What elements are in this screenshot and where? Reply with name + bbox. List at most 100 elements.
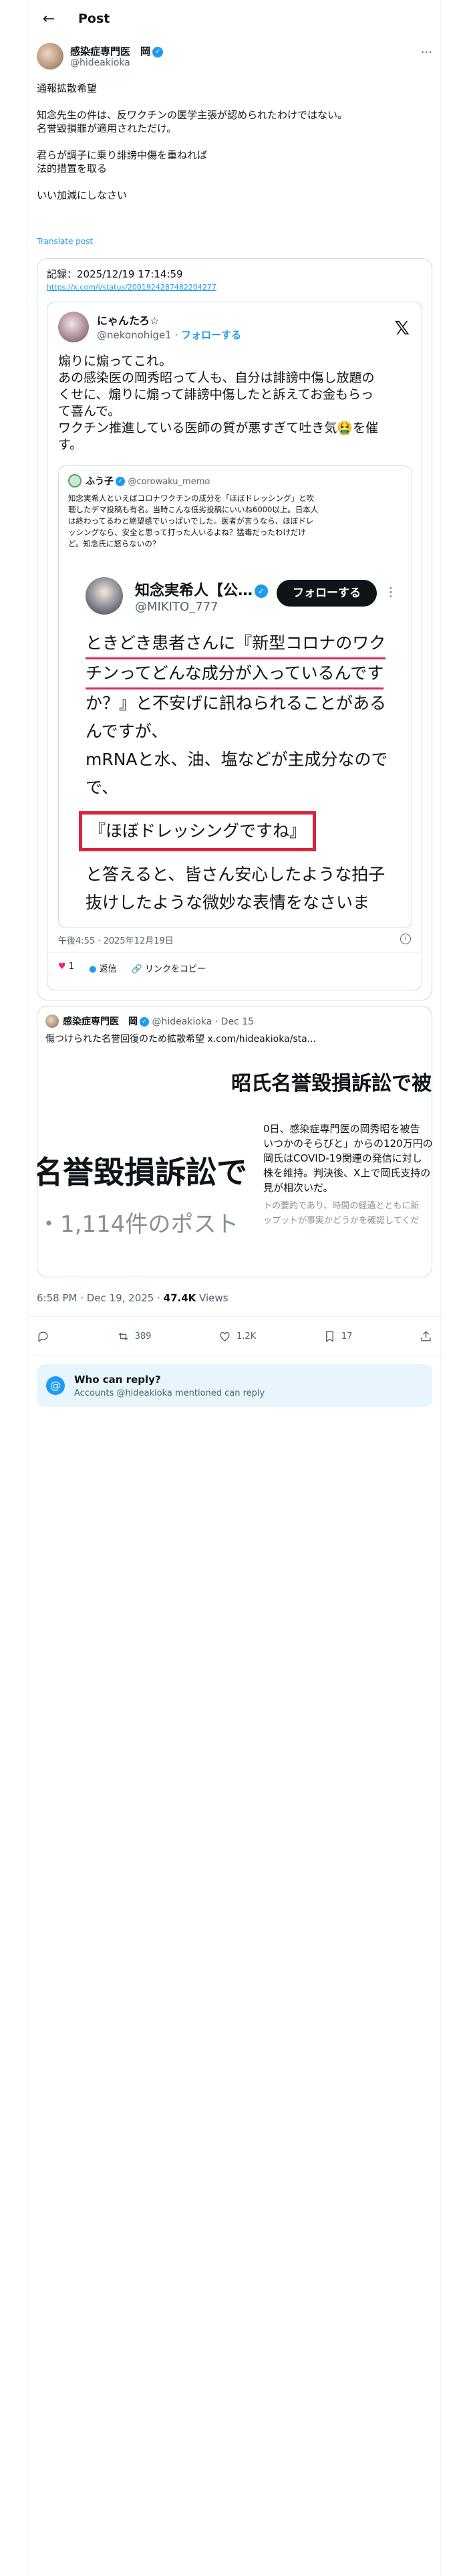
quote-author-row: ふう子 ✓ @corowaku_memo — [86, 474, 210, 488]
quote-line: ッシングなら、安全と思って打った人いるよね？猛毒だったわけだけ — [68, 528, 306, 537]
post-line: 知念先生の件は、反ワクチンの医学主張が認められたわけではない。 — [37, 109, 348, 121]
post-time[interactable]: 6:58 PM · Dec 19, 2025 · — [37, 1292, 164, 1304]
embedded-reply-label: 返信 — [99, 964, 117, 974]
link-card-title: 傷つけられた名誉回復のため拡散希望 x.com/hideakioka/sta..… — [45, 1034, 317, 1045]
chinen-name-row: 知念実希人【公… ✓ — [135, 578, 269, 600]
dot-separator: · — [171, 329, 182, 341]
embedded-reply: ● 返信 — [89, 962, 117, 974]
link-card-verified-icon: ✓ — [140, 1017, 149, 1027]
quote-avatar — [68, 474, 82, 488]
quote-line: 知念実希人といえばコロナワクチンの成分を「ほぼドレッシング」と吹 — [68, 494, 314, 503]
quote-verified-icon: ✓ — [116, 477, 125, 486]
chinen-line-underlined: ときどき患者さんに『新型コロナのワク — [86, 629, 386, 659]
bookmark-icon — [325, 1331, 333, 1342]
chinen-highlight-text: 『ほぼドレッシングですね』 — [89, 821, 307, 841]
embedded-tweet: にゃんたろ☆ @nekonohige1 · フォローする 𝕏 煽りに煽ってこれ。… — [47, 302, 423, 990]
quote-line: ど。知念氏に怒らないの？ — [68, 539, 160, 548]
divider — [27, 1355, 442, 1356]
image-line: 株を維持。判決後、X上で岡氏支持の — [263, 1167, 431, 1179]
embedded-line: くせに、煽りに煽って誹謗中傷したと訴えてお金もらっ — [58, 387, 373, 402]
chinen-line: んですが、 — [86, 722, 168, 741]
embedded-handle-row: @nekonohige1 · フォローする — [97, 328, 241, 342]
chinen-line: mRNAと水、油、塩などが主成分なので — [86, 750, 388, 769]
embedded-line: て喜んで。 — [58, 404, 121, 419]
chinen-line-underlined: チンってどんな成分が入っているんです — [86, 659, 384, 689]
share-icon — [421, 1330, 431, 1341]
chinen-line: か？』と不安げに訊ねられることがある — [86, 693, 387, 713]
chinen-follow-button: フォローする — [277, 580, 377, 607]
image-line: ップットが事実かどうかを確認してくだ — [263, 1216, 420, 1226]
author-row: 感染症専門医 岡 ✓ @hideakioka ··· — [37, 43, 432, 72]
image-count-text: ・1,114件のポスト — [37, 1211, 239, 1238]
post-line: 法的措置を取る — [37, 163, 108, 175]
author-name: 感染症専門医 岡 — [70, 45, 151, 58]
screenshot-card[interactable]: 記録：2025/12/19 17:14:59 https://x.com/i/s… — [37, 258, 432, 1000]
share-button[interactable] — [420, 1330, 432, 1343]
image-big-text: 名誉毀損訴訟で — [37, 1154, 247, 1190]
avatar[interactable] — [37, 43, 63, 70]
repost-button[interactable]: 389 — [117, 1330, 152, 1343]
quote-name: ふう子 — [86, 476, 114, 487]
embedded-follow-link: フォローする — [181, 329, 242, 341]
bookmark-count: 17 — [341, 1331, 353, 1341]
chinen-more-icon: ⋮ — [385, 585, 397, 599]
reply-notice-title: Who can reply? — [74, 1374, 161, 1386]
author-handle[interactable]: @hideakioka — [70, 58, 130, 68]
embedded-copy-label: リンクをコピー — [144, 964, 206, 974]
chinen-tweet-image: 知念実希人【公… ✓ @MIKITO_777 フォローする ⋮ ときどき患者さんに… — [68, 560, 402, 921]
views-label: Views — [196, 1292, 229, 1304]
link-icon: 🔗 — [131, 964, 142, 974]
link-card-author-row: 感染症専門医 岡 ✓ @hideakioka · Dec 15 — [63, 1014, 254, 1028]
main-column: ← Post 感染症専門医 岡 ✓ @hideakioka ··· 通報拡散希望 … — [27, 0, 442, 2576]
link-card-image: 昭氏名誉毀損訴訟で被告 名誉毀損訴訟で ・1,114件のポスト 0日、感染症専門… — [37, 1048, 432, 1277]
quote-text: 知念実希人といえばコロナワクチンの成分を「ほぼドレッシング」と吹 聴したデマ投稿… — [68, 493, 402, 550]
embedded-text: 煽りに煽ってこれ。 あの感染医の岡秀昭って人も、自分は誹謗中傷し放題の くせに、… — [58, 353, 412, 453]
link-card[interactable]: 感染症専門医 岡 ✓ @hideakioka · Dec 15 傷つけられた名誉回… — [37, 1006, 432, 1277]
post-text: 通報拡散希望 知念先生の件は、反ワクチンの医学主張が認められたわけではない。 名… — [37, 82, 432, 202]
reply-button[interactable] — [37, 1330, 49, 1343]
info-icon: i — [400, 934, 411, 944]
divider — [47, 952, 423, 953]
link-card-date: · Dec 15 — [214, 1016, 255, 1027]
embedded-line: 煽りに煽ってこれ。 — [58, 354, 172, 368]
embedded-line: あの感染医の岡秀昭って人も、自分は誹謗中傷し放題の — [58, 370, 375, 385]
embedded-avatar — [58, 312, 89, 342]
action-bar: 389 1.2K 17 — [37, 1328, 432, 1344]
heart-outline-icon — [220, 1331, 230, 1341]
reply-notice-text: Accounts @hideakioka mentioned can reply — [74, 1388, 265, 1398]
at-sign-icon: @ — [46, 1376, 65, 1395]
repost-count: 389 — [134, 1331, 152, 1341]
record-url[interactable]: https://x.com/i/status/20019242874822042… — [47, 283, 216, 292]
embedded-like-count: 1 — [68, 962, 75, 972]
divider — [27, 1316, 442, 1317]
reply-bubble-icon: ● — [89, 964, 97, 974]
heart-icon: ♥ — [58, 962, 66, 972]
embedded-line: ワクチン推進している医師の質が悪すぎて吐き気🤮を催 — [58, 421, 379, 435]
quote-handle: @corowaku_memo — [128, 477, 210, 487]
embedded-handle: @nekonohige1 — [97, 329, 172, 341]
verified-badge-icon: ✓ — [152, 46, 164, 58]
chinen-line: 抜けしたような微妙な表情をなさいま — [86, 893, 370, 912]
like-button[interactable]: 1.2K — [218, 1330, 256, 1343]
more-options-icon[interactable]: ··· — [421, 45, 432, 60]
quote-tweet: ふう子 ✓ @corowaku_memo 知念実希人といえばコロナワクチンの成分を… — [58, 465, 412, 928]
back-arrow-icon[interactable]: ← — [37, 7, 61, 31]
page-title: Post — [78, 11, 110, 26]
embedded-name: にゃんたろ☆ — [97, 314, 160, 327]
chinen-highlight-box: 『ほぼドレッシングですね』 — [79, 811, 317, 851]
post-line: いい加減にしなさい — [37, 189, 128, 201]
x-logo-icon: 𝕏 — [394, 317, 410, 339]
link-card-avatar — [45, 1014, 59, 1028]
reply-restriction-notice: @ Who can reply? Accounts @hideakioka me… — [37, 1364, 432, 1407]
author-name-wrap[interactable]: 感染症専門医 岡 ✓ — [70, 44, 164, 58]
image-line: いつかのそらびと」からの120万円の — [263, 1138, 432, 1150]
image-line: トの要約であり、時間の経過とともに新 — [263, 1201, 420, 1211]
repost-icon — [118, 1332, 128, 1340]
translate-link[interactable]: Translate post — [37, 237, 93, 246]
chinen-verified-icon: ✓ — [255, 584, 269, 598]
chinen-avatar — [86, 577, 123, 615]
chinen-handle: @MIKITO_777 — [135, 600, 218, 614]
bookmark-button[interactable]: 17 — [323, 1330, 353, 1343]
embedded-copy: 🔗 リンクをコピー — [132, 962, 206, 974]
post-line: 君らが調子に乗り誹謗中傷を重ねれば — [37, 149, 208, 161]
